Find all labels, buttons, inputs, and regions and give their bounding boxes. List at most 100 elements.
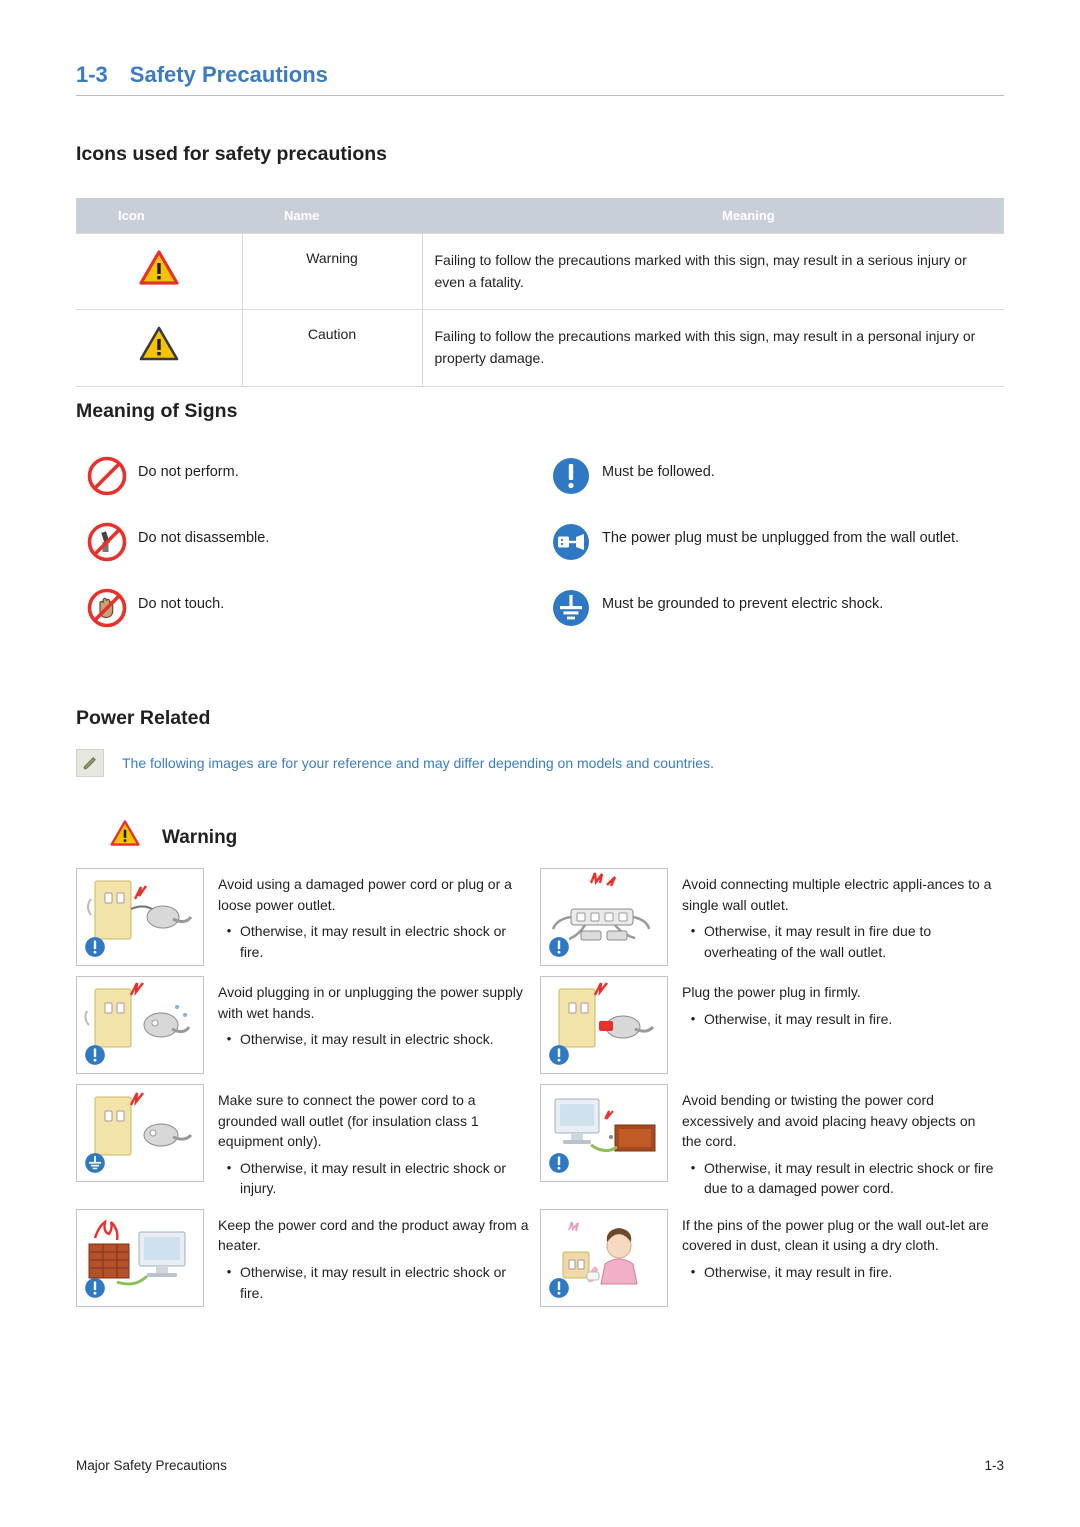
- signs-legend: Do not perform. Must be followed. Do not…: [76, 452, 1004, 650]
- column-header-name: Name: [242, 198, 422, 234]
- sign-label: Must be followed.: [602, 464, 715, 480]
- do-not-disassemble-icon: [76, 518, 138, 564]
- reference-note: The following images are for your refere…: [76, 748, 1004, 778]
- warning-row: Keep the power cord and the product away…: [76, 1208, 1004, 1307]
- ground-earth-icon: [83, 1151, 107, 1175]
- prohibition-circle-icon: [76, 452, 138, 498]
- warning-item: Avoid connecting multiple electric appli…: [540, 868, 1004, 966]
- cell-meaning-caution: Failing to follow the precautions marked…: [422, 309, 1004, 387]
- must-be-followed-icon: [547, 935, 571, 959]
- must-be-followed-icon: [83, 1276, 107, 1300]
- sign-label: The power plug must be unplugged from th…: [602, 530, 960, 546]
- document-page: 1-3 Safety Precautions Icons used for sa…: [0, 0, 1080, 1527]
- pencil-note-icon: [76, 749, 104, 777]
- caution-triangle-yellow-icon: [139, 326, 179, 361]
- warning-item: Keep the power cord and the product away…: [76, 1208, 540, 1307]
- page-title: Safety Precautions: [129, 62, 328, 87]
- warning-bullet: • Otherwise, it may result in electric s…: [218, 1262, 530, 1303]
- bullet-dot: •: [690, 1264, 696, 1280]
- cell-icon-caution: [76, 309, 243, 387]
- cell-name-warning: Warning: [242, 232, 423, 311]
- warnings-grid: Avoid using a damaged power cord or plug…: [76, 868, 1004, 1317]
- plug-firmly-illustration: [540, 976, 668, 1074]
- bullet-text: Otherwise, it may result in fire due to …: [704, 923, 932, 960]
- warning-text-block: Keep the power cord and the product away…: [204, 1209, 540, 1307]
- bending-cord-heavy-object-illustration: [540, 1084, 668, 1182]
- table-row: Warning Failing to follow the precaution…: [76, 232, 1004, 311]
- warning-triangle-red-icon: [110, 820, 150, 855]
- grounded-wall-outlet-illustration: [76, 1084, 204, 1182]
- bullet-dot: •: [690, 1159, 696, 1175]
- wet-hands-plug-illustration: [76, 976, 204, 1074]
- warning-item: Plug the power plug in firmly. • Otherwi…: [540, 976, 1004, 1074]
- icons-legend-table: Icon Name Meaning Warning Failing to fol…: [76, 198, 1004, 387]
- bullet-text: Otherwise, it may result in electric sho…: [240, 1264, 507, 1301]
- must-be-followed-icon: [540, 452, 602, 498]
- bullet-dot: •: [690, 923, 696, 939]
- footer-left-text: Major Safety Precautions: [76, 1458, 227, 1473]
- bullet-dot: •: [226, 923, 232, 939]
- warning-item: If the pins of the power plug or the wal…: [540, 1208, 1004, 1307]
- warning-label: Warning: [162, 826, 238, 848]
- sign-item: Must be grounded to prevent electric sho…: [540, 584, 1004, 630]
- warning-text-block: Make sure to connect the power cord to a…: [204, 1084, 540, 1199]
- cell-name-caution: Caution: [242, 309, 423, 387]
- sign-label: Must be grounded to prevent electric sho…: [602, 596, 884, 612]
- warning-text-block: Plug the power plug in firmly. • Otherwi…: [668, 976, 902, 1074]
- must-be-followed-icon: [83, 935, 107, 959]
- table-row: Caution Failing to follow the precaution…: [76, 309, 1004, 387]
- bullet-text: Otherwise, it may result in fire.: [704, 1264, 893, 1281]
- column-header-icon: Icon: [76, 198, 242, 234]
- bullet-dot: •: [226, 1031, 232, 1047]
- section-number: 1-3: [76, 62, 108, 87]
- warning-bullet: • Otherwise, it may result in electric s…: [218, 1029, 530, 1050]
- warning-bullet: • Otherwise, it may result in fire.: [682, 1262, 994, 1283]
- multiple-plugs-single-outlet-illustration: [540, 868, 668, 966]
- heading-icons-used: Icons used for safety precautions: [76, 143, 388, 165]
- heading-power-related: Power Related: [76, 707, 211, 729]
- sign-item: Do not touch.: [76, 584, 540, 630]
- must-be-followed-icon: [83, 1043, 107, 1067]
- ground-earth-icon: [540, 584, 602, 630]
- warning-text-block: Avoid connecting multiple electric appli…: [668, 868, 1004, 966]
- sign-item: Must be followed.: [540, 452, 1004, 498]
- warning-main-text: Keep the power cord and the product away…: [218, 1216, 529, 1254]
- warning-row: Make sure to connect the power cord to a…: [76, 1084, 1004, 1199]
- bullet-text: Otherwise, it may result in electric sho…: [240, 1159, 507, 1197]
- cell-meaning-warning: Failing to follow the precautions marked…: [422, 232, 1004, 311]
- warning-main-text: Avoid bending or twisting the power cord…: [682, 1092, 976, 1150]
- signs-row: Do not touch. Must be grounded to preven…: [76, 584, 1004, 630]
- must-be-followed-icon: [547, 1151, 571, 1175]
- page-footer: Major Safety Precautions 1-3: [76, 1458, 1004, 1473]
- warning-row: Avoid using a damaged power cord or plug…: [76, 868, 1004, 966]
- warning-text-block: Avoid plugging in or unplugging the powe…: [204, 976, 540, 1074]
- warning-text-block: Avoid bending or twisting the power cord…: [668, 1084, 1004, 1199]
- signs-row: Do not disassemble. The power plug must …: [76, 518, 1004, 564]
- sign-label: Do not perform.: [138, 464, 239, 480]
- warning-main-text: Make sure to connect the power cord to a…: [218, 1092, 479, 1150]
- damaged-power-cord-illustration: [76, 868, 204, 966]
- warning-main-text: Avoid connecting multiple electric appli…: [682, 876, 992, 913]
- header-divider: [76, 95, 1004, 96]
- signs-row: Do not perform. Must be followed.: [76, 452, 1004, 498]
- bullet-text: Otherwise, it may result in fire.: [704, 1010, 893, 1027]
- warning-item: Avoid plugging in or unplugging the powe…: [76, 976, 540, 1074]
- warning-text-block: If the pins of the power plug or the wal…: [668, 1209, 1004, 1307]
- warning-bullet: • Otherwise, it may result in fire.: [682, 1009, 893, 1030]
- bullet-text: Otherwise, it may result in electric sho…: [240, 923, 507, 960]
- warning-triangle-red-icon: [139, 250, 179, 285]
- warning-subheading: Warning: [110, 820, 237, 855]
- heading-meaning-of-signs: Meaning of Signs: [76, 400, 238, 422]
- heater-away-from-product-illustration: [76, 1208, 204, 1307]
- note-text: The following images are for your refere…: [122, 755, 714, 771]
- warning-item: Avoid using a damaged power cord or plug…: [76, 868, 540, 966]
- sign-label: Do not touch.: [138, 596, 225, 612]
- cell-icon-warning: [76, 232, 243, 311]
- warning-main-text: If the pins of the power plug or the wal…: [682, 1216, 989, 1254]
- bullet-dot: •: [690, 1010, 696, 1026]
- bullet-dot: •: [226, 1264, 232, 1280]
- must-be-followed-icon: [547, 1043, 571, 1067]
- bullet-dot: •: [226, 1159, 232, 1175]
- warning-bullet: • Otherwise, it may result in fire due t…: [682, 921, 994, 962]
- sign-label: Do not disassemble.: [138, 530, 270, 546]
